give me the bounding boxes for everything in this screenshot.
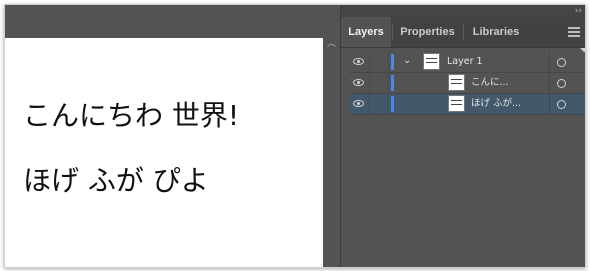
panel-menu-icon[interactable]	[568, 27, 580, 37]
target-circle-icon[interactable]	[557, 100, 566, 109]
object-name[interactable]: こんに...	[471, 73, 509, 93]
lock-toggle[interactable]	[369, 52, 389, 72]
object-name[interactable]: ほげ ふが...	[471, 94, 521, 114]
layers-panel: ›› Layers Properties Libraries ⌄ Layer 1	[340, 5, 585, 267]
canvas-area: こんにちわ 世界! ほげ ふが ぴよ ︿	[5, 5, 340, 267]
row-divider	[549, 52, 550, 72]
visibility-toggle[interactable]	[349, 94, 369, 114]
layer-row-layer-1[interactable]: ⌄ Layer 1	[349, 52, 585, 73]
layer-name[interactable]: Layer 1	[447, 52, 483, 72]
tab-layers[interactable]: Layers	[341, 17, 391, 47]
tab-divider	[463, 24, 464, 40]
layer-row-text-2[interactable]: ほげ ふが...	[349, 94, 585, 115]
collapse-arrows-icon[interactable]: ››	[575, 5, 582, 17]
visibility-toggle[interactable]	[349, 52, 369, 72]
layer-color-indicator	[391, 54, 394, 70]
app-window: こんにちわ 世界! ほげ ふが ぴよ ︿ ›› Layers Propertie…	[4, 4, 586, 268]
tab-properties[interactable]: Properties	[394, 17, 461, 47]
row-divider	[549, 94, 550, 114]
tab-libraries[interactable]: Libraries	[465, 17, 527, 47]
target-circle-icon[interactable]	[557, 58, 566, 67]
lock-toggle[interactable]	[369, 73, 389, 93]
layer-thumbnail	[423, 53, 440, 70]
text-line-2[interactable]: ほげ ふが ぴよ	[23, 159, 209, 199]
layer-row-text-1[interactable]: こんに...	[349, 73, 585, 94]
panel-top-bar: ››	[341, 5, 585, 17]
scroll-up-icon[interactable]: ︿	[327, 40, 336, 49]
row-divider	[549, 73, 550, 93]
visibility-toggle[interactable]	[349, 73, 369, 93]
visibility-eye-icon	[353, 79, 364, 86]
lock-toggle[interactable]	[369, 94, 389, 114]
chevron-down-icon[interactable]: ⌄	[403, 55, 413, 67]
vertical-scrollbar[interactable]: ︿	[323, 38, 340, 267]
text-line-1[interactable]: こんにちわ 世界!	[23, 94, 239, 134]
object-thumbnail	[448, 74, 465, 91]
target-circle-icon[interactable]	[557, 79, 566, 88]
layer-color-indicator	[391, 96, 394, 112]
visibility-eye-icon	[353, 100, 364, 107]
tab-divider	[392, 24, 393, 40]
object-thumbnail	[448, 95, 465, 112]
panel-tabs: Layers Properties Libraries	[341, 17, 585, 48]
visibility-eye-icon	[353, 58, 364, 65]
artboard[interactable]: こんにちわ 世界! ほげ ふが ぴよ	[5, 38, 323, 267]
layer-color-indicator	[391, 75, 394, 91]
